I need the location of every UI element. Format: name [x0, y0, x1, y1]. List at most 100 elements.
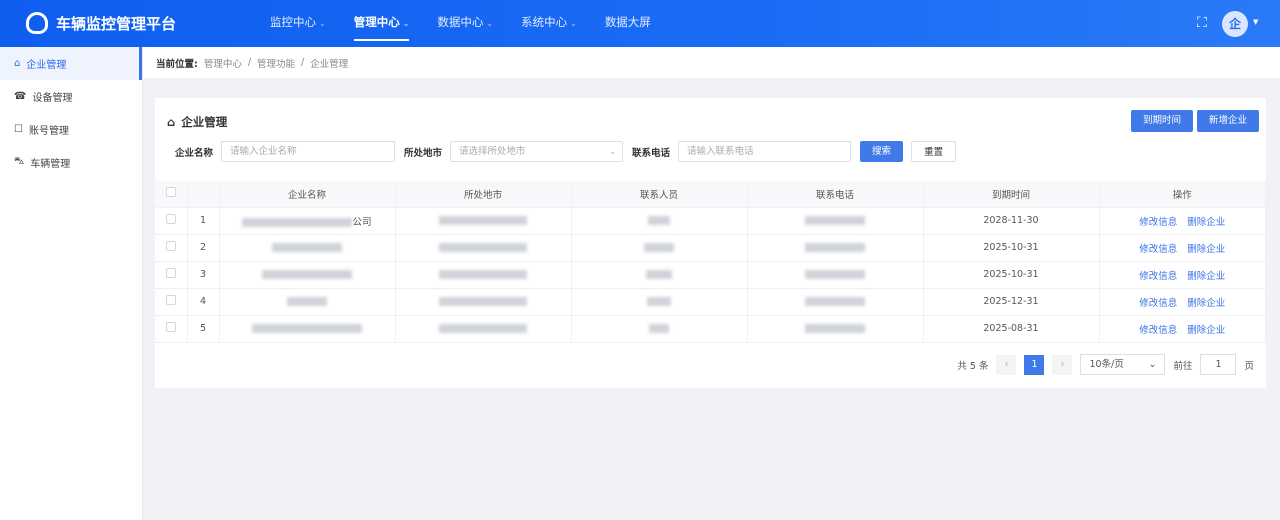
chevron-down-icon: ⌄: [570, 19, 577, 28]
expire-date: 2028-11-30: [923, 207, 1100, 235]
pagination: 共 5 条 ‹ 1 › 10条/页 ⌄ 前往 1 页: [957, 354, 1254, 375]
enterprise-table: 企业名称 所处地市 联系人员 联系电话 到期时间 操作 1 公司 2028-11…: [155, 181, 1266, 343]
contact-phone: [747, 234, 924, 262]
edit-link[interactable]: 修改信息: [1139, 217, 1177, 228]
avatar[interactable]: 企: [1222, 11, 1248, 37]
expire-time-button[interactable]: 到期时间: [1131, 110, 1194, 132]
edit-link[interactable]: 修改信息: [1139, 298, 1177, 309]
main-nav: 监控中心 ⌄ 管理中心 ⌄ 数据中心 ⌄ 系统中心 ⌄ 数据大屏: [260, 0, 669, 47]
col-name: 企业名称: [219, 181, 396, 208]
table-row: 5 2025-08-31 修改信息 删除企业: [155, 315, 1266, 343]
contact-phone: [747, 207, 924, 235]
row-checkbox[interactable]: [165, 322, 176, 332]
city-select[interactable]: 请选择所处地市 ⌄: [450, 141, 624, 162]
col-phone: 联系电话: [747, 181, 924, 208]
page-size-select[interactable]: 10条/页 ⌄: [1080, 354, 1166, 375]
col-actions: 操作: [1099, 181, 1266, 208]
nav-item[interactable]: 管理中心 ⌄: [344, 0, 420, 47]
row-checkbox[interactable]: [165, 295, 176, 305]
nav-item[interactable]: 监控中心 ⌄: [260, 0, 336, 47]
top-header: 车辆监控管理平台 监控中心 ⌄ 管理中心 ⌄ 数据中心 ⌄ 系统中心 ⌄ 数据大屏 ⛶ 企 ▼: [0, 0, 1280, 47]
chevron-down-icon: ⌄: [319, 19, 326, 28]
sidebar-item[interactable]: ⌂ 企业管理: [0, 47, 142, 80]
building-icon: ⌂: [14, 58, 21, 69]
device-icon: ☎: [14, 91, 27, 102]
delete-link[interactable]: 删除企业: [1187, 298, 1225, 309]
page-size-value: 10条/页: [1089, 359, 1124, 370]
expire-date: 2025-08-31: [923, 315, 1100, 343]
name-input[interactable]: 请输入企业名称: [221, 141, 396, 162]
chevron-down-icon: ⌄: [486, 19, 494, 28]
sidebar: ⌂ 企业管理 ☎ 设备管理 ☐ 账号管理 ⛍ 车辆管理: [0, 47, 143, 520]
app-title: 车辆监控管理平台: [56, 14, 177, 33]
breadcrumb-item[interactable]: 管理功能: [257, 56, 295, 70]
caret-down-icon[interactable]: ▼: [1253, 18, 1258, 26]
delete-link[interactable]: 删除企业: [1187, 244, 1225, 255]
car-icon: ⛍: [14, 156, 25, 167]
nav-label: 系统中心: [521, 15, 568, 29]
table-row: 4 2025-12-31 修改信息 删除企业: [155, 288, 1266, 316]
edit-link[interactable]: 修改信息: [1139, 325, 1177, 336]
contact-phone: [747, 315, 924, 343]
expire-date: 2025-10-31: [923, 234, 1100, 262]
contact-phone: [747, 288, 924, 316]
delete-link[interactable]: 删除企业: [1187, 271, 1225, 282]
city-placeholder: 请选择所处地市: [459, 146, 526, 157]
edit-link[interactable]: 修改信息: [1139, 271, 1177, 282]
sidebar-item-label: 车辆管理: [30, 159, 71, 170]
total-count: 共 5 条: [957, 360, 989, 372]
breadcrumb: 当前位置: 管理中心 / 管理功能 / 企业管理: [143, 47, 1280, 78]
breadcrumb-item[interactable]: 管理中心: [204, 56, 242, 70]
sidebar-item-label: 设备管理: [32, 93, 73, 104]
fullscreen-icon[interactable]: ⛶: [1197, 15, 1207, 31]
enterprise-name: [219, 315, 396, 343]
expire-date: 2025-12-31: [923, 288, 1100, 316]
nav-label: 数据中心: [437, 15, 484, 29]
enterprise-name: [219, 288, 396, 316]
delete-link[interactable]: 删除企业: [1187, 217, 1225, 228]
building-icon: ⌂: [167, 115, 176, 129]
search-button[interactable]: 搜索: [860, 141, 904, 162]
add-enterprise-button[interactable]: 新增企业: [1197, 110, 1260, 132]
col-contact: 联系人员: [571, 181, 748, 208]
enterprise-name: 公司: [219, 207, 396, 235]
nav-label: 管理中心: [353, 15, 400, 29]
city-label: 所处地市: [404, 147, 443, 159]
nav-item[interactable]: 系统中心 ⌄: [511, 0, 587, 47]
contact-person: [571, 234, 748, 262]
app-logo: 车辆监控管理平台: [26, 12, 176, 34]
enterprise-name: [219, 261, 396, 289]
sidebar-item-label: 账号管理: [28, 126, 69, 137]
row-index: 4: [187, 288, 220, 316]
delete-link[interactable]: 删除企业: [1187, 325, 1225, 336]
breadcrumb-prefix: 当前位置:: [156, 58, 198, 70]
sidebar-item[interactable]: ☐ 账号管理: [0, 113, 142, 146]
sidebar-item[interactable]: ☎ 设备管理: [0, 80, 142, 113]
chevron-down-icon: ⌄: [1148, 359, 1157, 370]
select-all-checkbox[interactable]: [165, 187, 176, 198]
row-checkbox[interactable]: [165, 268, 176, 278]
card-title: ⌂ 企业管理: [167, 114, 227, 130]
enterprise-card: ⌂ 企业管理 到期时间 新增企业 企业名称 请输入企业名称 所处地市 请选择所处地…: [155, 98, 1266, 388]
row-checkbox[interactable]: [165, 241, 176, 251]
nav-item[interactable]: 数据中心 ⌄: [427, 0, 503, 47]
table-row: 2 2025-10-31 修改信息 删除企业: [155, 234, 1266, 262]
breadcrumb-item: 企业管理: [310, 58, 349, 70]
name-label: 企业名称: [175, 147, 214, 159]
enterprise-name: [219, 234, 396, 262]
filter-bar: 企业名称 请输入企业名称 所处地市 请选择所处地市 ⌄ 联系电话 请输入联系电话 …: [175, 141, 964, 162]
reset-button[interactable]: 重置: [911, 141, 957, 162]
goto-input[interactable]: 1: [1200, 354, 1237, 375]
chevron-down-icon: ⌄: [609, 147, 617, 156]
next-page-button[interactable]: ›: [1052, 354, 1073, 375]
prev-page-button[interactable]: ‹: [996, 354, 1017, 375]
contact-phone: [747, 261, 924, 289]
phone-input[interactable]: 请输入联系电话: [678, 141, 852, 162]
sidebar-item[interactable]: ⛍ 车辆管理: [0, 146, 142, 179]
enterprise-city: [395, 261, 572, 289]
col-city: 所处地市: [395, 181, 572, 208]
nav-item[interactable]: 数据大屏: [595, 0, 661, 47]
edit-link[interactable]: 修改信息: [1139, 244, 1177, 255]
page-1[interactable]: 1: [1024, 354, 1045, 375]
row-checkbox[interactable]: [165, 214, 176, 224]
